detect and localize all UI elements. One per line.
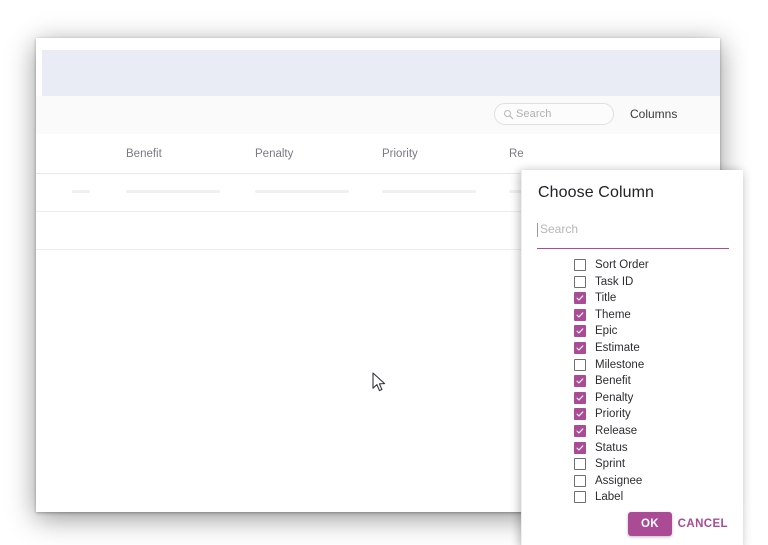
checkbox[interactable] [574, 325, 586, 338]
row-placeholder-bar [255, 190, 349, 193]
checkbox[interactable] [574, 391, 586, 404]
choose-column-dialog: Choose Column Search Sort Order Task ID Ti… [521, 170, 743, 545]
column-option-label: Benefit [595, 375, 631, 388]
column-option-sprint[interactable]: Sprint [574, 456, 625, 472]
ok-button[interactable]: OK [627, 512, 672, 536]
column-option-label: Estimate [595, 342, 640, 354]
column-option-list[interactable]: Sort Order Task ID Title Theme Epic Estimate M… [522, 257, 744, 517]
column-option-theme[interactable]: Theme [574, 307, 631, 323]
column-header-priority[interactable]: Priority [382, 148, 418, 160]
column-option-epic[interactable]: Epic [574, 323, 617, 339]
screen: Search Columns Benefit Penalty Priority … [0, 0, 768, 545]
column-option-task-id[interactable]: Task ID [574, 274, 633, 290]
column-option-label: Label [595, 491, 624, 504]
column-option-title[interactable]: Title [574, 290, 616, 306]
mouse-cursor [372, 372, 386, 392]
column-option-label: Theme [595, 308, 631, 321]
column-option-assignee[interactable]: Assignee [574, 473, 642, 489]
row-placeholder-bar [126, 190, 220, 193]
row-placeholder-bar [72, 190, 90, 193]
checkbox[interactable] [574, 308, 586, 321]
checkbox[interactable] [574, 275, 586, 288]
column-option-label: Release [595, 425, 638, 437]
column-option-status[interactable]: Status [574, 440, 628, 456]
column-option-label: Assignee [595, 474, 643, 487]
column-option-sort-order[interactable]: Sort Order [574, 257, 649, 273]
dialog-search-placeholder: Search [540, 222, 579, 236]
checkbox[interactable] [574, 425, 586, 437]
column-option-estimate[interactable]: Estimate [574, 340, 640, 356]
row-placeholder-bar [382, 190, 476, 193]
column-option-priority[interactable]: Priority [574, 406, 631, 422]
text-caret [537, 223, 538, 237]
search-input[interactable]: Search [494, 103, 614, 125]
column-option-release[interactable]: Release [574, 423, 637, 439]
column-option-label: Penalty [595, 391, 634, 404]
checkbox[interactable] [574, 375, 586, 388]
cancel-button[interactable]: CANCEL [672, 512, 734, 536]
columns-button[interactable]: Columns [624, 103, 683, 125]
checkbox[interactable] [574, 259, 586, 271]
checkbox[interactable] [574, 474, 586, 487]
column-header-release[interactable]: Re [509, 148, 524, 160]
column-option-benefit[interactable]: Benefit [574, 373, 631, 389]
column-option-label: Epic [595, 325, 618, 338]
dialog-title: Choose Column [538, 184, 655, 201]
column-option-milestone[interactable]: Milestone [574, 357, 644, 373]
checkbox[interactable] [574, 458, 586, 471]
dialog-search-input[interactable]: Search [537, 222, 729, 249]
column-option-label: Status [595, 441, 628, 454]
column-option-label: Sprint [595, 458, 626, 471]
column-option-label: Sort Order [595, 259, 649, 271]
search-icon [503, 109, 514, 119]
column-option-label: Milestone [595, 358, 645, 371]
checkbox[interactable] [574, 491, 586, 504]
search-placeholder: Search [516, 108, 552, 120]
checkbox[interactable] [574, 408, 586, 421]
column-option-label[interactable]: Label [574, 489, 623, 505]
column-option-label: Task ID [595, 275, 634, 288]
column-option-label: Title [595, 292, 617, 305]
column-option-penalty[interactable]: Penalty [574, 390, 633, 406]
checkbox[interactable] [574, 358, 586, 371]
checkbox[interactable] [574, 292, 586, 305]
app-banner [42, 50, 720, 97]
application-window: Search Columns Benefit Penalty Priority … [36, 38, 743, 545]
column-header-benefit[interactable]: Benefit [126, 148, 162, 160]
checkbox[interactable] [574, 441, 586, 454]
checkbox[interactable] [574, 342, 586, 354]
dialog-footer: OK CANCEL [522, 504, 744, 545]
table-toolbar: Search Columns [36, 96, 720, 135]
column-header-penalty[interactable]: Penalty [255, 148, 293, 160]
column-option-label: Priority [595, 408, 631, 421]
table-header-row: Benefit Penalty Priority Re [36, 134, 720, 174]
